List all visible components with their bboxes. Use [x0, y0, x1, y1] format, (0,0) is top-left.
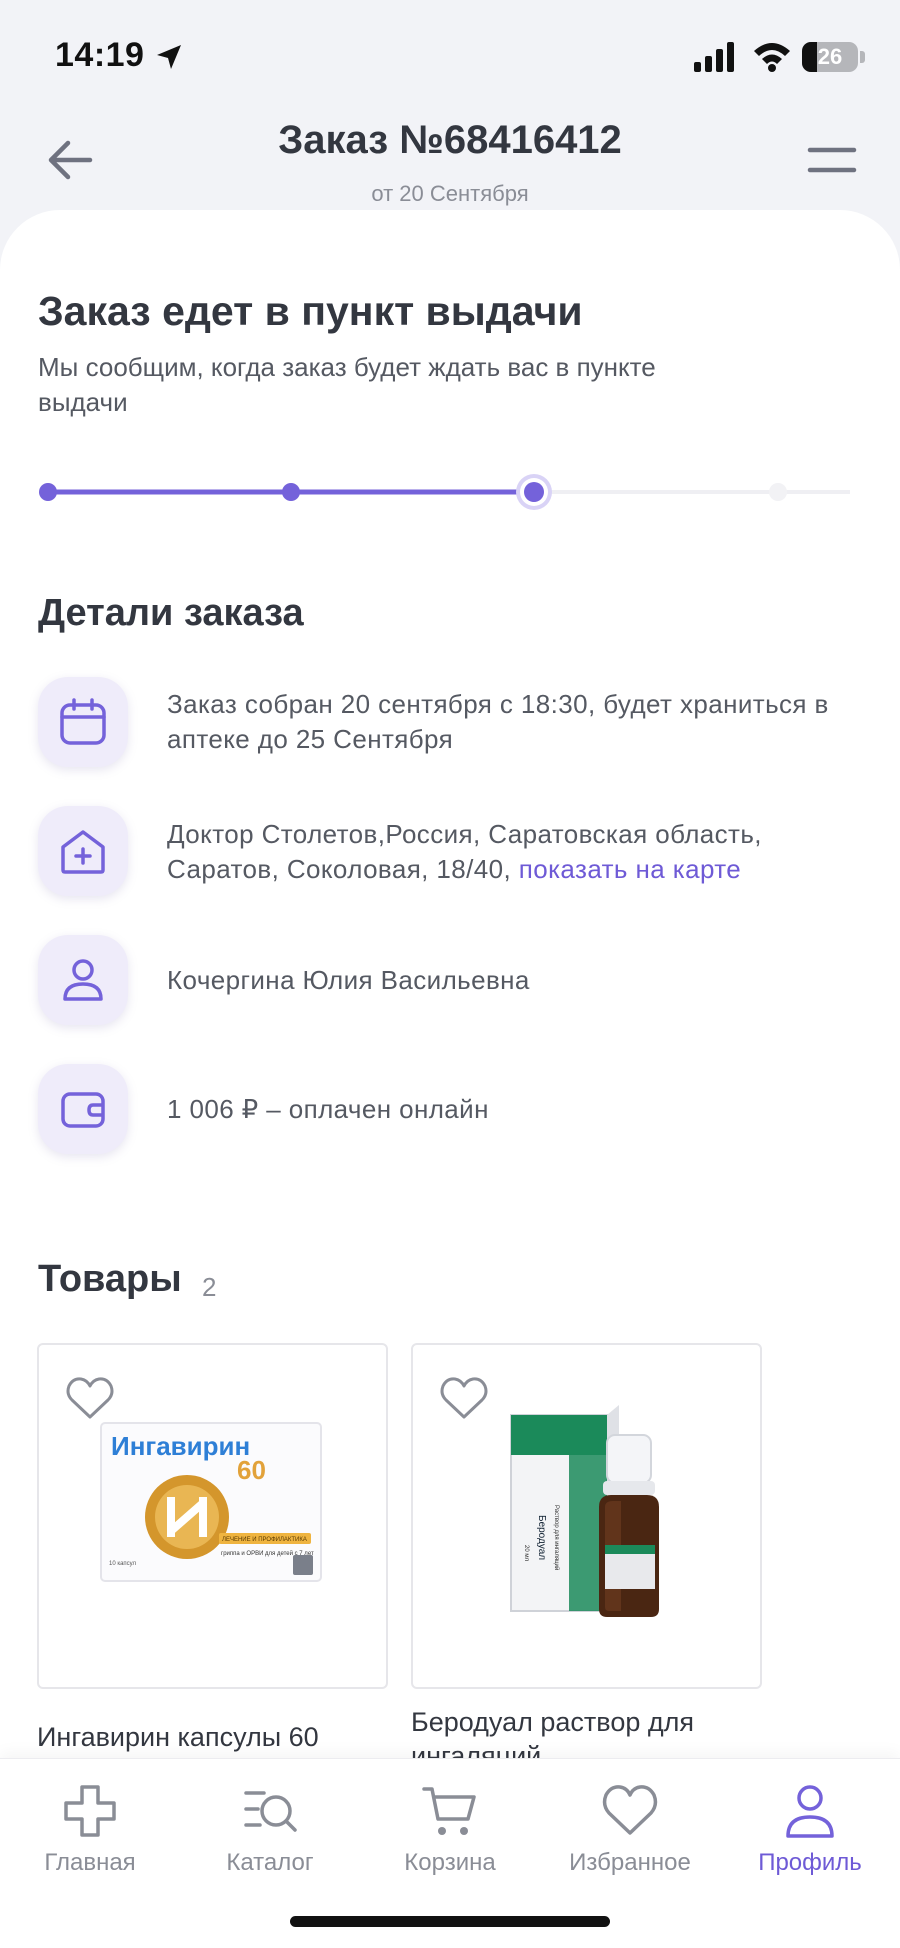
nav-item-home[interactable]: Главная [0, 1759, 180, 1879]
home-indicator [290, 1916, 610, 1927]
pharmacy-address: Доктор Столетов,Россия, Саратовская обла… [167, 817, 867, 887]
product-card-ingavirin[interactable]: Ингавирин 60 ЛЕЧЕНИЕ И ПРОФИЛАКТИКА грип… [37, 1343, 388, 1689]
package-pack-text: 10 капсул [109, 1561, 137, 1567]
package-dose-text: 60 [237, 1455, 266, 1485]
product-name-berodual[interactable]: Беродуал раствор для ингаляций [411, 1705, 771, 1758]
recipient-name: Кочергина Юлия Васильевна [167, 965, 530, 995]
payment-info: 1 006 ₽ – оплачен онлайн [167, 1094, 489, 1124]
battery-tip [860, 51, 865, 63]
order-status-description: Мы сообщим, когда заказ будет ждать вас … [38, 352, 656, 417]
battery-icon: 26 [802, 42, 858, 72]
product-card-berodual[interactable]: Беродуал Раствор для ингаляций 20 мл [411, 1343, 762, 1689]
nav-item-favorites[interactable]: Избранное [540, 1759, 720, 1879]
show-on-map-link[interactable]: показать на карте [519, 854, 741, 884]
order-progress-tracker [39, 474, 850, 510]
nav-label-home: Главная [44, 1849, 136, 1876]
user-icon [38, 935, 128, 1025]
menu-icon[interactable] [804, 138, 860, 182]
nav-label-profile: Профиль [758, 1849, 862, 1876]
cart-icon [422, 1787, 476, 1835]
calendar-icon [38, 677, 128, 767]
cellular-signal-icon [694, 42, 734, 72]
favorite-heart-icon[interactable] [65, 1375, 115, 1421]
order-status-heading: Заказ едет в пункт выдачи [38, 288, 583, 334]
wifi-icon [754, 43, 790, 72]
battery-percent: 26 [817, 44, 843, 69]
order-date: от 20 Сентября [371, 181, 529, 206]
package-sub-text: Раствор для ингаляций [553, 1505, 560, 1570]
profile-icon [786, 1785, 834, 1838]
favorite-heart-icon[interactable] [439, 1375, 489, 1421]
package-brand-text: Беродуал [536, 1515, 547, 1560]
goods-heading: Товары [38, 1258, 182, 1300]
nav-item-catalog[interactable]: Каталог [180, 1759, 360, 1879]
screen: 14:19 26 Заказ №68416412 от 20 Сентября … [0, 0, 900, 1948]
goods-count: 2 [202, 1272, 217, 1302]
package-volume-text: 20 мл [523, 1545, 529, 1561]
product-name-ingavirin[interactable]: Ингавирин капсулы 60 [37, 1720, 397, 1754]
progress-step-1 [39, 483, 57, 501]
nav-label-catalog: Каталог [226, 1849, 314, 1876]
nav-item-cart[interactable]: Корзина [360, 1759, 540, 1879]
nav-item-profile[interactable]: Профиль [720, 1759, 900, 1879]
location-arrow-icon [157, 45, 181, 69]
page-title: Заказ №68416412 [278, 118, 622, 162]
status-time: 14:19 [55, 36, 145, 74]
details-heading: Детали заказа [38, 592, 304, 634]
status-bar: 14:19 26 [0, 0, 900, 110]
nav-label-favorites: Избранное [569, 1849, 691, 1876]
progress-step-3 [524, 482, 544, 502]
progress-step-2 [282, 483, 300, 501]
package-strip-text: ЛЕЧЕНИЕ И ПРОФИЛАКТИКА [222, 1537, 307, 1543]
package-brand-text: Ингавирин [111, 1431, 250, 1461]
order-pickup-info: Заказ собран 20 сентября с 18:30, будет … [167, 689, 829, 754]
wallet-icon [38, 1064, 128, 1154]
heart-icon [602, 1785, 658, 1835]
home-cross-icon [64, 1785, 116, 1837]
ingavirin-package-image: Ингавирин 60 ЛЕЧЕНИЕ И ПРОФИЛАКТИКА грип… [100, 1422, 322, 1582]
progress-step-4 [769, 483, 787, 501]
nav-label-cart: Корзина [404, 1849, 496, 1876]
berodual-package-image: Беродуал Раствор для ингаляций 20 мл [510, 1405, 659, 1617]
pharmacy-icon [38, 806, 128, 896]
catalog-search-icon [244, 1791, 297, 1832]
